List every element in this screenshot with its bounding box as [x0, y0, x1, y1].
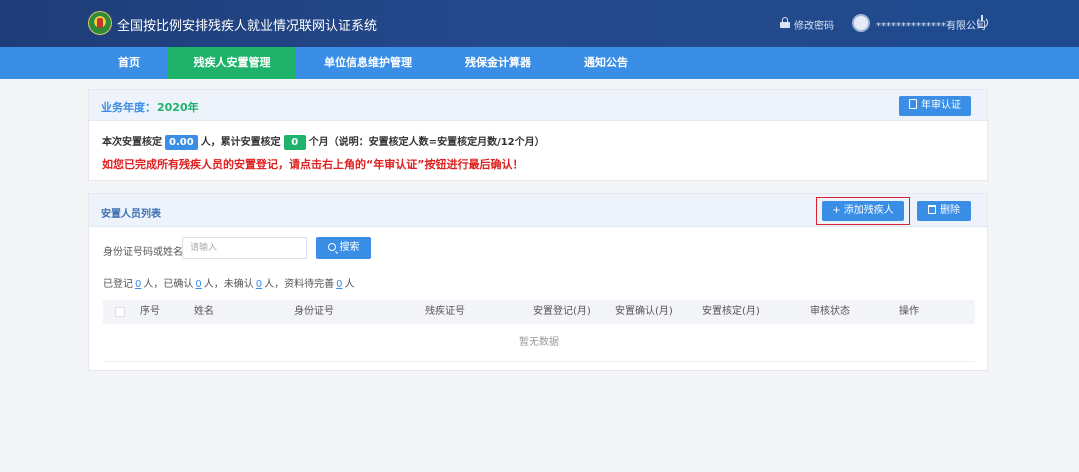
document-icon	[909, 99, 917, 109]
staff-list-title: 安置人员列表	[101, 209, 161, 220]
search-icon	[327, 243, 336, 251]
col-name: 姓名	[194, 306, 214, 317]
annual-cert-button[interactable]: 年审认证	[899, 96, 971, 116]
change-password-link[interactable]: 修改密码	[794, 17, 834, 32]
nav-disabled-placement[interactable]: 残疾人安置管理	[168, 47, 296, 79]
confirmation-warning: 如您已完成所有残疾人员的安置登记，请点击右上角的“年审认证”按钮进行最后确认！	[102, 158, 524, 171]
emblem-logo-icon	[88, 11, 112, 35]
search-label: 身份证号码或姓名	[103, 247, 183, 258]
col-actions: 操作	[899, 306, 919, 317]
company-name[interactable]: **************有限公司	[876, 17, 986, 32]
top-header: 全国按比例安排残疾人就业情况联网认证系统 修改密码 **************…	[0, 0, 1079, 47]
col-index: 序号	[140, 306, 160, 317]
system-title: 全国按比例安排残疾人就业情况联网认证系统	[117, 19, 378, 34]
business-year-header: 业务年度： 2020年 年审认证	[89, 90, 987, 121]
select-all-checkbox[interactable]	[115, 307, 125, 317]
pending-count[interactable]: 0	[336, 279, 342, 290]
cumulative-placement-badge: 0	[283, 135, 306, 150]
staff-stats: 已登记 0 人，已确认 0 人，未确认 0 人，资料待完善 0 人	[103, 279, 355, 290]
col-confirmed-months: 安置确认(月)	[615, 306, 673, 317]
business-year-card: 业务年度： 2020年 年审认证 本次安置核定 0.00 人，累计安置核定 0 个月（说…	[88, 89, 988, 181]
nav-notices[interactable]: 通知公告	[572, 47, 640, 79]
table-header: 序号 姓名 身份证号 残疾证号 安置登记(月) 安置确认(月) 安置核定(月) …	[103, 300, 975, 324]
main-nav: 首页 残疾人安置管理 单位信息维护管理 残保金计算器 通知公告	[0, 47, 1079, 79]
col-id-number: 身份证号	[294, 306, 334, 317]
nav-fee-calculator[interactable]: 残保金计算器	[450, 47, 546, 79]
search-input[interactable]	[182, 237, 307, 259]
col-approved-months: 安置核定(月)	[702, 306, 760, 317]
trash-icon	[928, 205, 936, 214]
staff-list-card: 安置人员列表 + 添加残疾人 删除 身份证号码或姓名 搜索 已登记0人，已确认0…	[88, 193, 988, 371]
staff-list-header: 安置人员列表 + 添加残疾人 删除	[89, 194, 987, 227]
unconfirmed-count[interactable]: 0	[256, 279, 262, 290]
lock-icon[interactable]	[780, 17, 790, 28]
col-review-status: 审核状态	[810, 306, 850, 317]
year-label: 业务年度：	[101, 101, 156, 114]
confirmed-count[interactable]: 0	[195, 279, 201, 290]
empty-state: 暂无数据	[103, 324, 975, 362]
user-avatar-icon[interactable]	[852, 14, 870, 32]
search-button[interactable]: 搜索	[316, 237, 371, 259]
registered-count[interactable]: 0	[135, 279, 141, 290]
current-placement-badge: 0.00	[165, 135, 198, 150]
logout-power-icon[interactable]	[977, 15, 988, 28]
delete-button[interactable]: 删除	[917, 201, 971, 221]
col-disability-cert: 残疾证号	[425, 306, 465, 317]
add-disabled-person-button[interactable]: + 添加残疾人	[822, 201, 904, 221]
placement-summary: 本次安置核定 0.00 人，累计安置核定 0 个月（说明：安置核定人数=安置核定月数/1…	[102, 135, 545, 150]
year-value: 2020年	[157, 101, 199, 114]
col-registered-months: 安置登记(月)	[533, 306, 591, 317]
nav-home[interactable]: 首页	[100, 47, 158, 79]
nav-unit-info[interactable]: 单位信息维护管理	[312, 47, 424, 79]
